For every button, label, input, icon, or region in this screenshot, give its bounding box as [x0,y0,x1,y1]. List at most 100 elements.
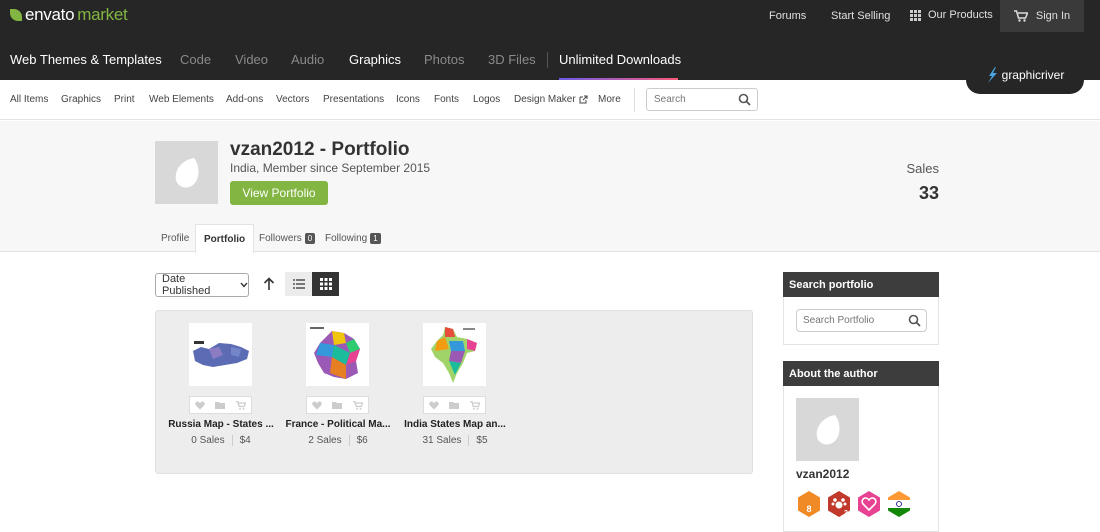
item-meta: 0 Sales $4 [156,435,286,446]
forums-link[interactable]: Forums [769,10,806,22]
list-view-button[interactable] [285,272,312,296]
item-card: India States Map an... 31 Sales $5 [390,311,510,475]
tab-following[interactable]: Following 1 [325,224,381,253]
sign-in-button[interactable]: Sign In [1000,0,1084,32]
item-title[interactable]: India States Map an... [390,419,520,430]
subnav-icons[interactable]: Icons [396,94,420,105]
search-icon[interactable] [908,314,921,327]
subnav-all-items[interactable]: All Items [10,94,48,105]
search-portfolio-heading: Search portfolio [783,272,939,297]
our-products-link[interactable]: Our Products [910,9,993,21]
item-thumbnail[interactable] [189,323,252,386]
subnav-more[interactable]: More [598,94,621,105]
folder-icon[interactable] [332,401,343,409]
chevron-down-icon [240,282,248,288]
list-icon [292,279,305,289]
cart-icon[interactable] [235,400,246,410]
subnav-presentations[interactable]: Presentations [323,94,384,105]
item-title[interactable]: France - Political Ma... [273,419,403,430]
india-map-thumbnail [423,323,486,386]
envato-placeholder-icon [816,414,839,444]
search-icon[interactable] [738,93,751,106]
arrow-up-icon [263,277,275,290]
portfolio-search-input[interactable] [797,310,902,331]
sales-label: Sales [906,161,939,176]
envato-leaf-icon [10,9,22,21]
heart-icon[interactable] [312,401,322,410]
item-thumbnail[interactable] [423,323,486,386]
sort-direction-button[interactable] [261,275,277,293]
subnav-add-ons[interactable]: Add-ons [226,94,263,105]
about-author-panel: vzan2012 8 2 [783,386,939,532]
nav-video[interactable]: Video [235,52,268,67]
author-level-badge-icon[interactable]: 8 [796,490,822,518]
tab-followers[interactable]: Followers 0 [259,224,316,253]
heart-icon[interactable] [429,401,439,410]
tab-profile[interactable]: Profile [161,224,189,253]
grid-icon [319,278,332,290]
nav-divider [547,52,548,68]
item-sales: 2 Sales [308,435,342,446]
subnav-print[interactable]: Print [114,94,135,105]
category-subnav: All Items Graphics Print Web Elements Ad… [0,80,1100,120]
grid-dots-icon [910,9,921,21]
nav-graphics[interactable]: Graphics [349,52,401,67]
item-price: $6 [356,435,368,446]
author-level-number: 8 [806,504,811,514]
portfolio-items-grid: Russia Map - States ... 0 Sales $4 Franc… [155,310,753,474]
item-card: Russia Map - States ... 0 Sales $4 [156,311,276,475]
heart-icon[interactable] [195,401,205,410]
tab-portfolio[interactable]: Portfolio [195,224,255,253]
item-price: $5 [476,435,488,446]
search-portfolio-panel [783,297,939,345]
nav-code[interactable]: Code [180,52,211,67]
site-search-input[interactable] [647,89,732,110]
diamond-heart-badge-icon[interactable] [856,490,882,518]
cart-icon[interactable] [352,400,363,410]
paw-badge-icon[interactable]: 2 [826,490,852,518]
nav-web-themes[interactable]: Web Themes & Templates [10,52,162,67]
subnav-web-elements[interactable]: Web Elements [149,94,214,105]
author-avatar[interactable] [155,141,218,204]
envato-market-logo[interactable]: envato market [10,5,128,25]
subnav-graphics[interactable]: Graphics [61,94,101,105]
grid-view-button[interactable] [312,272,339,296]
item-actions [189,396,252,414]
followers-count: 0 [304,233,316,244]
item-meta: 2 Sales $6 [273,435,403,446]
item-sales: 0 Sales [191,435,225,446]
author-name[interactable]: vzan2012 [796,467,849,481]
item-meta: 31 Sales $5 [390,435,520,446]
item-card: France - Political Ma... 2 Sales $6 [273,311,393,475]
start-selling-link[interactable]: Start Selling [831,10,890,22]
page-title: vzan2012 - Portfolio [230,139,410,160]
author-avatar-small[interactable] [796,398,859,461]
author-badges: 8 2 [796,490,912,518]
sort-select[interactable]: Date Published [155,273,249,297]
top-bar: envato market Forums Start Selling Our Pr… [0,0,1100,32]
cart-icon [1013,10,1028,22]
subnav-design-maker[interactable]: Design Maker [514,94,588,105]
item-actions [423,396,486,414]
item-thumbnail[interactable] [306,323,369,386]
view-portfolio-button[interactable]: View Portfolio [230,181,328,205]
folder-icon[interactable] [215,401,226,409]
following-count: 1 [370,233,381,244]
nav-3d-files[interactable]: 3D Files [488,52,536,67]
cart-icon[interactable] [469,400,480,410]
item-title[interactable]: Russia Map - States ... [156,419,286,430]
member-info: India, Member since September 2015 [230,161,431,175]
item-price: $4 [239,435,251,446]
subnav-fonts[interactable]: Fonts [434,94,459,105]
paw-badge-number: 2 [844,510,848,517]
nav-photos[interactable]: Photos [424,52,464,67]
subnav-vectors[interactable]: Vectors [276,94,309,105]
nav-unlimited-downloads[interactable]: Unlimited Downloads [559,52,681,67]
nav-audio[interactable]: Audio [291,52,324,67]
item-actions [306,396,369,414]
graphicriver-badge[interactable]: graphicriver [966,56,1084,94]
folder-icon[interactable] [449,401,460,409]
india-flag-badge-icon[interactable] [886,490,912,518]
profile-header: vzan2012 - Portfolio India, Member since… [0,121,1100,253]
subnav-logos[interactable]: Logos [473,94,500,105]
